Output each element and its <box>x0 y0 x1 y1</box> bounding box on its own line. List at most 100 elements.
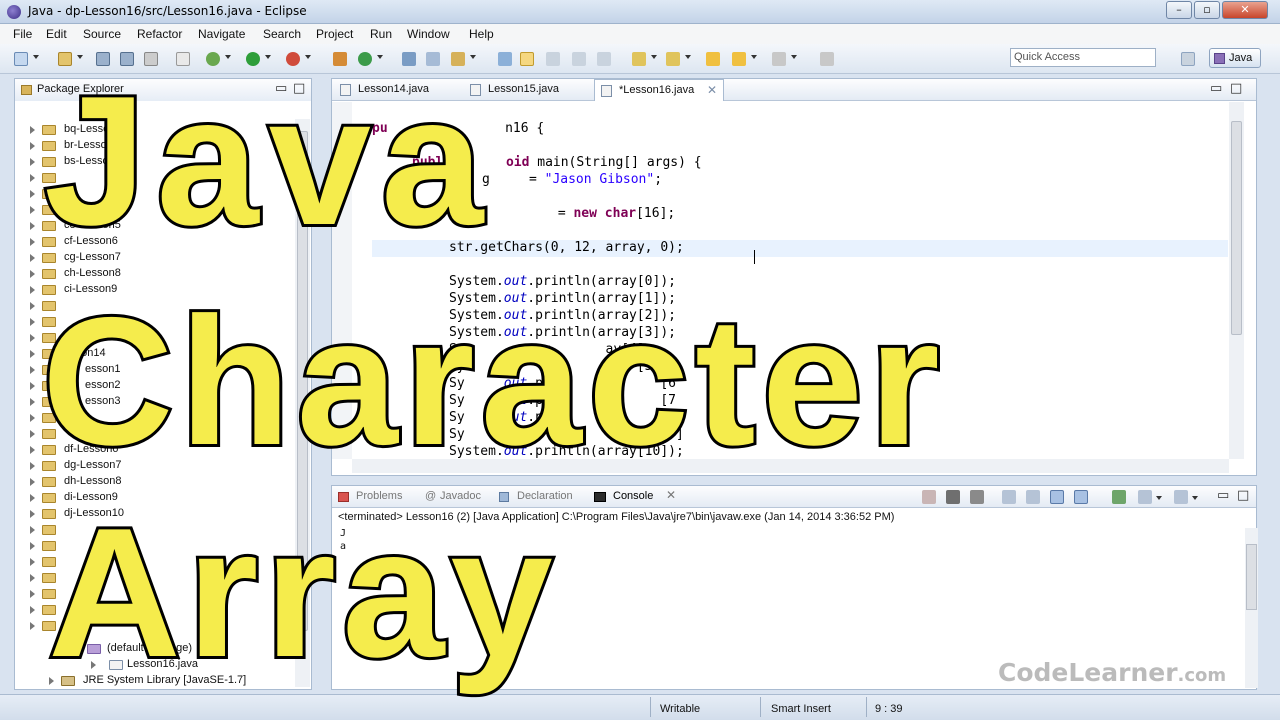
annotation-icon[interactable] <box>498 52 512 66</box>
menu-project[interactable]: Project <box>316 27 353 41</box>
title-bar: Java - dp-Lesson16/src/Lesson16.java - E… <box>0 0 1280 24</box>
status-insert-mode: Smart Insert <box>771 703 831 715</box>
maximize-view-icon[interactable]: □ <box>1237 488 1249 503</box>
terminate-icon[interactable] <box>922 490 936 504</box>
forward-icon[interactable] <box>772 52 786 66</box>
expand-icon[interactable] <box>30 366 35 374</box>
codelearner-watermark: CodeLearner.com <box>998 658 1226 687</box>
expand-icon[interactable] <box>30 254 35 262</box>
pin-console-icon[interactable] <box>1112 490 1126 504</box>
menu-help[interactable]: Help <box>469 27 494 41</box>
maximize-view-icon[interactable]: □ <box>1230 81 1242 96</box>
last-edit-icon[interactable] <box>706 52 720 66</box>
expand-icon[interactable] <box>30 302 35 310</box>
menu-run[interactable]: Run <box>370 27 392 41</box>
expand-icon[interactable] <box>30 542 35 550</box>
close-tab-icon[interactable]: ✕ <box>666 488 676 502</box>
chevron-down-icon[interactable] <box>33 55 39 59</box>
show-stderr-icon[interactable] <box>1074 490 1088 504</box>
menu-navigate[interactable]: Navigate <box>198 27 245 41</box>
scrollbar-thumb[interactable] <box>1246 544 1257 610</box>
quick-access-field[interactable]: Quick Access <box>1010 48 1156 67</box>
expand-icon[interactable] <box>30 494 35 502</box>
remove-all-icon[interactable] <box>970 490 984 504</box>
show-stdout-icon[interactable] <box>1050 490 1064 504</box>
expand-icon[interactable] <box>30 574 35 582</box>
status-separator <box>650 697 651 717</box>
scrollbar-thumb[interactable] <box>1231 121 1242 335</box>
block-select-icon[interactable] <box>546 52 560 66</box>
clear-console-icon[interactable] <box>1026 490 1040 504</box>
expand-icon[interactable] <box>30 398 35 406</box>
expand-icon[interactable] <box>30 286 35 294</box>
show-whitespace-icon[interactable] <box>572 52 586 66</box>
close-button[interactable]: ✕ <box>1222 1 1268 19</box>
expand-icon[interactable] <box>30 558 35 566</box>
expand-icon[interactable] <box>30 462 35 470</box>
menu-refactor[interactable]: Refactor <box>137 27 182 41</box>
expand-icon[interactable] <box>30 606 35 614</box>
status-bar <box>0 694 1280 720</box>
code-line: g = "Jason Gibson"; <box>482 172 663 187</box>
project-label: ch-Lesson8 <box>64 267 121 279</box>
new-icon[interactable] <box>14 52 28 66</box>
expand-icon[interactable] <box>30 142 35 150</box>
expand-icon[interactable] <box>30 270 35 278</box>
expand-icon[interactable] <box>30 590 35 598</box>
next-annotation-icon[interactable] <box>632 52 646 66</box>
chevron-down-icon[interactable] <box>1192 496 1198 500</box>
maximize-button[interactable]: ▫ <box>1194 1 1220 19</box>
minimize-button[interactable]: – <box>1166 1 1192 19</box>
minimize-view-icon[interactable]: ▭ <box>1217 488 1229 503</box>
tab-lesson16[interactable]: *Lesson16.java ✕ <box>594 79 724 101</box>
chevron-down-icon[interactable] <box>791 55 797 59</box>
expand-icon[interactable] <box>30 126 35 134</box>
text-cursor <box>754 250 760 264</box>
chevron-down-icon[interactable] <box>751 55 757 59</box>
chevron-down-icon[interactable] <box>685 55 691 59</box>
expand-icon[interactable] <box>30 350 35 358</box>
scroll-lock-icon[interactable] <box>1002 490 1016 504</box>
open-console-icon[interactable] <box>1174 490 1188 504</box>
expand-icon[interactable] <box>30 334 35 342</box>
java-file-icon <box>601 85 612 97</box>
tab-label: Lesson15.java <box>488 83 559 95</box>
expand-icon[interactable] <box>30 318 35 326</box>
open-perspective-icon[interactable] <box>1181 52 1195 66</box>
previous-annotation-icon[interactable] <box>666 52 680 66</box>
menu-window[interactable]: Window <box>407 27 450 41</box>
expand-icon[interactable] <box>30 238 35 246</box>
remove-launch-icon[interactable] <box>946 490 960 504</box>
menu-edit[interactable]: Edit <box>46 27 67 41</box>
expand-icon[interactable] <box>30 430 35 438</box>
chevron-down-icon[interactable] <box>651 55 657 59</box>
expand-icon[interactable] <box>30 206 35 214</box>
minimize-view-icon[interactable]: ▭ <box>1210 81 1222 96</box>
back-icon[interactable] <box>732 52 746 66</box>
menu-source[interactable]: Source <box>83 27 121 41</box>
expand-icon[interactable] <box>30 158 35 166</box>
expand-icon[interactable] <box>30 414 35 422</box>
expand-icon[interactable] <box>30 446 35 454</box>
expand-icon[interactable] <box>30 190 35 198</box>
toggle-breadcrumb-icon[interactable] <box>597 52 611 66</box>
mark-occurrences-icon[interactable] <box>520 52 534 66</box>
java-perspective-button[interactable]: Java <box>1209 48 1261 68</box>
menu-file[interactable]: File <box>13 27 32 41</box>
status-separator <box>760 697 761 717</box>
tab-console[interactable]: Console <box>613 490 653 502</box>
chevron-down-icon[interactable] <box>1156 496 1162 500</box>
expand-icon[interactable] <box>30 478 35 486</box>
menu-search[interactable]: Search <box>263 27 301 41</box>
expand-icon[interactable] <box>30 622 35 630</box>
expand-icon[interactable] <box>30 526 35 534</box>
package-explorer-icon <box>21 85 32 95</box>
pin-icon[interactable] <box>820 52 834 66</box>
expand-icon[interactable] <box>30 382 35 390</box>
expand-icon[interactable] <box>30 174 35 182</box>
expand-icon[interactable] <box>30 510 35 518</box>
display-console-icon[interactable] <box>1138 490 1152 504</box>
expand-icon[interactable] <box>30 222 35 230</box>
close-tab-icon[interactable]: ✕ <box>707 83 717 97</box>
status-writable: Writable <box>660 703 701 715</box>
